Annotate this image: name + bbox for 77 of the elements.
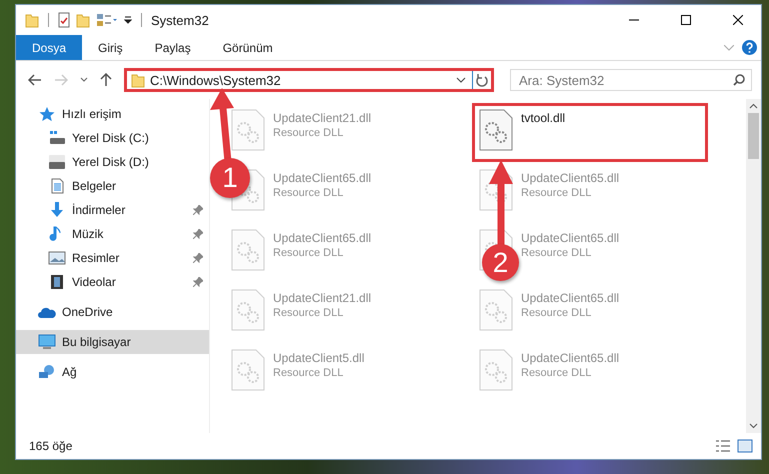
file-type: Resource DLL	[521, 307, 592, 319]
details-view-icon[interactable]	[715, 439, 731, 453]
sidebar-item[interactable]: Videolar	[16, 270, 209, 294]
file-name: UpdateClient65.dll	[521, 171, 620, 185]
file-name: UpdateClient21.dll	[273, 111, 372, 125]
gear-file-icon	[479, 109, 513, 151]
gear-file-icon	[231, 109, 265, 151]
sidebar-item[interactable]: Yerel Disk (D:)	[16, 150, 209, 174]
maximize-icon	[681, 15, 691, 25]
sidebar-item[interactable]: OneDrive	[16, 300, 209, 324]
drive-icon	[48, 130, 66, 146]
sidebar-item[interactable]: Hızlı erişim	[16, 102, 209, 126]
chevron-down-icon[interactable]	[456, 77, 466, 83]
download-icon	[48, 202, 66, 218]
scroll-up-icon[interactable]	[749, 103, 758, 109]
sidebar-item[interactable]: Müzik	[16, 222, 209, 246]
file-type: Resource DLL	[273, 367, 344, 379]
folder-icon	[25, 12, 39, 28]
search-field[interactable]: Ara: System32	[510, 69, 752, 91]
sidebar-item[interactable]: Yerel Disk (C:)	[16, 126, 209, 150]
gear-file-icon	[479, 349, 513, 391]
gear-file-icon	[231, 349, 265, 391]
file-type: Resource DLL	[273, 187, 344, 199]
chevron-down-icon	[80, 77, 88, 83]
pin-icon[interactable]	[193, 277, 203, 287]
ribbon-tab[interactable]: Giriş	[82, 35, 139, 60]
new-folder-icon	[76, 12, 90, 28]
folder-icon	[131, 72, 145, 88]
ribbon-tab[interactable]: Görünüm	[206, 35, 289, 60]
pin-icon[interactable]	[193, 205, 203, 215]
file-type: Resource DLL	[521, 187, 592, 199]
picture-icon	[48, 250, 66, 266]
file-name: UpdateClient5.dll	[273, 351, 364, 365]
file-name: UpdateClient65.dll	[521, 351, 620, 365]
file-type: Resource DLL	[273, 307, 344, 319]
drive-icon	[48, 154, 66, 170]
close-icon	[733, 15, 743, 25]
star-icon	[38, 106, 56, 122]
dropdown-icon[interactable]	[124, 16, 132, 24]
window-title: System32	[151, 12, 209, 28]
scrollbar[interactable]	[746, 99, 761, 433]
file-type: Resource DLL	[521, 247, 592, 259]
chevron-down-icon	[724, 44, 734, 50]
file-item[interactable]: tvtool.dll	[472, 103, 708, 162]
scroll-down-icon[interactable]	[749, 423, 758, 429]
file-name: tvtool.dll	[521, 111, 566, 125]
view-menu-icon[interactable]	[96, 13, 118, 27]
sidebar-item[interactable]: Bu bilgisayar	[16, 330, 209, 354]
sidebar-item[interactable]: İndirmeler	[16, 198, 209, 222]
file-type: Resource DLL	[273, 127, 344, 139]
pin-icon[interactable]	[193, 229, 203, 239]
file-name: UpdateClient65.dll	[273, 171, 372, 185]
large-icons-view-icon[interactable]	[737, 439, 753, 453]
address-field[interactable]: C:\Windows\System32	[124, 68, 494, 92]
file-name: UpdateClient21.dll	[273, 291, 372, 305]
file-name: UpdateClient65.dll	[521, 231, 620, 245]
sidebar-item[interactable]: Belgeler	[16, 174, 209, 198]
pin-icon[interactable]	[193, 253, 203, 263]
computer-icon	[38, 334, 56, 350]
sidebar-item[interactable]: Ağ	[16, 360, 209, 384]
minimize-icon	[629, 19, 639, 21]
ribbon-tab[interactable]: Paylaş	[138, 35, 207, 60]
file-type: Resource DLL	[521, 367, 592, 379]
sidebar-item[interactable]: Resimler	[16, 246, 209, 270]
file-name: UpdateClient65.dll	[521, 291, 620, 305]
network-icon	[38, 364, 56, 380]
ribbon-tab[interactable]: Dosya	[16, 35, 82, 60]
scrollbar-thumb[interactable]	[748, 113, 759, 159]
search-icon	[733, 74, 745, 86]
gear-file-icon	[479, 289, 513, 331]
gear-file-icon	[231, 229, 265, 271]
film-icon	[48, 274, 66, 290]
properties-icon[interactable]	[58, 12, 70, 28]
item-count: 165 öğe	[29, 439, 74, 453]
file-name: UpdateClient65.dll	[273, 231, 372, 245]
file-type: Resource DLL	[273, 247, 344, 259]
gear-file-icon	[231, 289, 265, 331]
